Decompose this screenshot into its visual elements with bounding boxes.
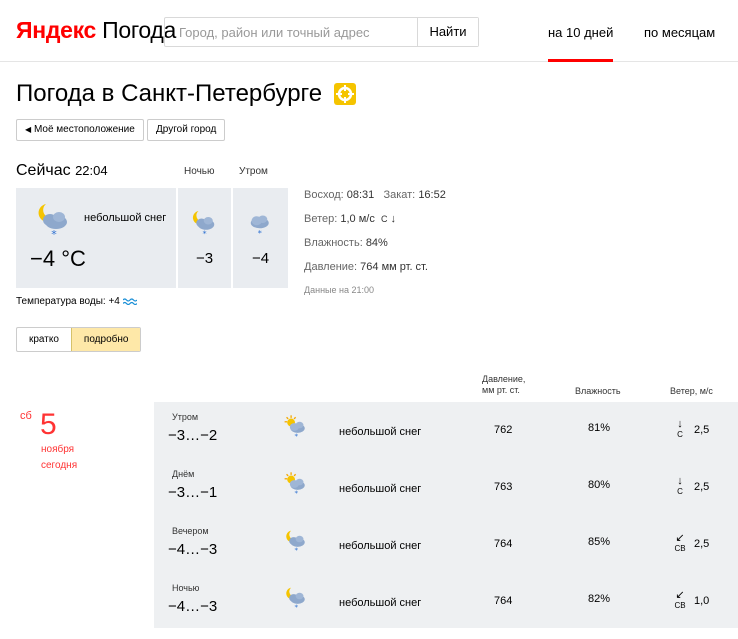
wind-arrow-icon: ↙: [675, 589, 685, 601]
night-label: Ночью: [184, 166, 215, 177]
row-temp: −4…−3: [168, 598, 218, 615]
row-humidity: 85%: [588, 536, 611, 548]
now-time: 22:04: [75, 163, 108, 178]
row-wind-direction: ↓ С: [677, 418, 683, 439]
forecast-row: Утром −3…−2 небольшой снег 762 81% ↓ С 2,…: [154, 402, 738, 459]
day-of-week: сб: [20, 410, 32, 422]
page-title: Погода в Санкт-Петербурге: [16, 80, 323, 107]
humidity-value: 84%: [365, 237, 388, 249]
row-wind-direction: ↙ СВ: [674, 589, 686, 610]
sunrise-time: 08:31: [346, 189, 375, 201]
other-city-button[interactable]: Другой город: [147, 119, 226, 141]
row-humidity: 81%: [588, 422, 611, 434]
moon-cloud-snow-icon: [282, 585, 308, 611]
row-humidity: 80%: [588, 479, 611, 491]
tab-10-days[interactable]: на 10 дней: [548, 25, 614, 62]
wind-speed: 1,0 м/с: [340, 213, 375, 225]
row-wind-speed: 2,5: [694, 424, 710, 436]
row-period: Днём: [172, 469, 195, 479]
data-timestamp: Данные на 21:00: [304, 285, 375, 295]
morning-temperature: −4: [251, 250, 270, 267]
row-period: Утром: [172, 412, 199, 422]
cloud-snow-icon: [244, 208, 274, 238]
row-temp: −4…−3: [168, 541, 218, 558]
row-condition: небольшой снег: [339, 597, 422, 609]
row-pressure: 764: [494, 595, 513, 607]
humidity-info: Влажность: 84%: [304, 237, 388, 249]
city-emblem-icon: [334, 83, 356, 105]
row-humidity: 82%: [588, 593, 611, 605]
my-location-button[interactable]: ◀ Моё местоположение: [16, 119, 144, 141]
now-heading: Сейчас 22:04: [16, 161, 108, 181]
search-input[interactable]: [165, 18, 419, 46]
day-number: 5: [40, 408, 57, 441]
water-temp-value: +4: [108, 296, 120, 307]
now-label: Сейчас: [16, 162, 71, 179]
night-card: −3: [178, 188, 231, 288]
column-wind: Ветер, м/с: [670, 386, 713, 396]
logo[interactable]: Яндекс Погода: [16, 16, 176, 44]
search-box: Найти: [164, 17, 479, 47]
location-arrow-icon: ◀: [25, 125, 32, 134]
row-condition: небольшой снег: [339, 483, 422, 495]
my-location-label: Моё местоположение: [33, 124, 135, 135]
search-button[interactable]: Найти: [417, 18, 478, 46]
wind-arrow-icon: ↓: [677, 418, 683, 430]
wind-arrow-icon: ↓: [677, 475, 683, 487]
row-pressure: 764: [494, 538, 513, 550]
wind-arrow-icon: ↓: [390, 213, 397, 225]
sunset-time: 16:52: [418, 189, 446, 201]
sun-times: Восход: 08:31 Закат: 16:52: [304, 189, 446, 201]
row-wind-speed: 1,0: [694, 595, 710, 607]
moon-cloud-snow-icon: [188, 208, 218, 238]
row-wind-speed: 2,5: [694, 538, 710, 550]
column-humidity: Влажность: [575, 386, 621, 396]
tab-by-months[interactable]: по месяцам: [644, 25, 715, 41]
current-condition: небольшой снег: [84, 212, 167, 224]
row-pressure: 763: [494, 481, 513, 493]
logo-brand: Яндекс: [16, 17, 97, 43]
sun-cloud-snow-icon: [282, 471, 308, 497]
current-weather-card: небольшой снег −4 °C: [16, 188, 176, 288]
row-wind-speed: 2,5: [694, 481, 710, 493]
pressure-info: Давление: 764 мм рт. ст.: [304, 261, 428, 273]
header: Яндекс Погода Найти на 10 дней по месяца…: [0, 0, 738, 62]
day-month: ноября: [41, 444, 75, 455]
night-temperature: −3: [195, 250, 214, 267]
water-temperature: Температура воды: +4: [16, 296, 138, 307]
pressure-value: 764 мм рт. ст.: [360, 261, 428, 273]
morning-card: −4: [233, 188, 288, 288]
day-today: сегодня: [41, 460, 78, 471]
moon-cloud-snow-icon: [32, 200, 72, 240]
morning-label: Утром: [239, 166, 268, 177]
water-waves-icon: [122, 298, 138, 306]
toggle-short[interactable]: кратко: [17, 328, 71, 351]
wind-info: Ветер: 1,0 м/с С ↓: [304, 213, 397, 225]
row-wind-direction: ↙ СВ: [674, 532, 686, 553]
toggle-detailed[interactable]: подробно: [70, 328, 141, 351]
row-condition: небольшой снег: [339, 540, 422, 552]
wind-direction: С: [380, 214, 388, 224]
row-period: Ночью: [172, 583, 200, 593]
current-temperature: −4 °C: [30, 246, 86, 271]
forecast-row: Днём −3…−1 небольшой снег 763 80% ↓ С 2,5: [154, 459, 738, 516]
forecast-row: Вечером −4…−3 небольшой снег 764 85% ↙ СВ…: [154, 516, 738, 573]
row-pressure: 762: [494, 424, 513, 436]
sun-cloud-snow-icon: [282, 414, 308, 440]
row-temp: −3…−2: [168, 427, 218, 444]
moon-cloud-snow-icon: [282, 528, 308, 554]
view-toggle: кратко подробно: [16, 327, 142, 352]
row-period: Вечером: [172, 526, 209, 536]
row-condition: небольшой снег: [339, 426, 422, 438]
wind-arrow-icon: ↙: [675, 532, 685, 544]
row-temp: −3…−1: [168, 484, 218, 501]
forecast-row: Ночью −4…−3 небольшой снег 764 82% ↙ СВ 1…: [154, 573, 738, 630]
column-pressure: Давление, мм рт. ст.: [482, 374, 526, 395]
row-wind-direction: ↓ С: [677, 475, 683, 496]
